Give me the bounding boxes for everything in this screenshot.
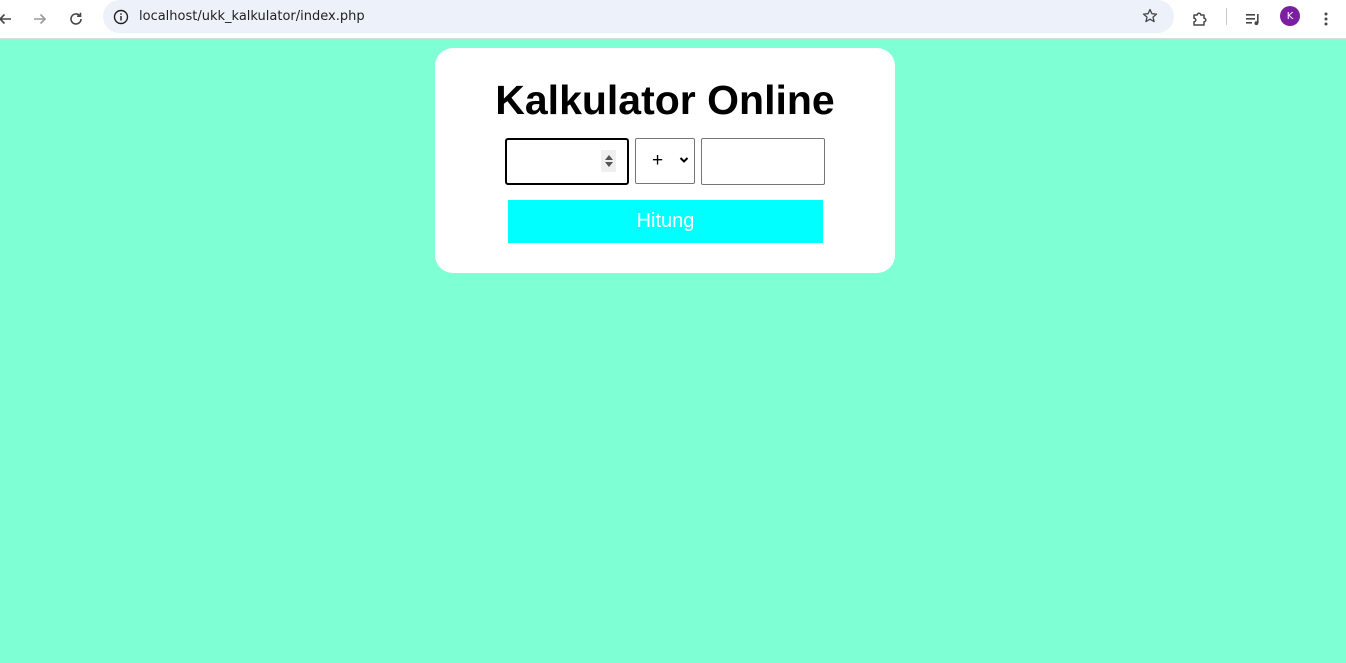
chevron-down-icon — [679, 157, 689, 163]
info-icon — [113, 9, 129, 24]
site-info-button[interactable] — [111, 7, 131, 27]
url-text[interactable]: localhost/ukk_kalkulator/index.php — [139, 9, 365, 24]
kebab-menu-icon — [1324, 12, 1328, 26]
star-icon — [1142, 8, 1158, 23]
toolbar-divider — [1226, 8, 1227, 25]
spin-up-icon[interactable] — [604, 155, 613, 160]
operator-select[interactable]: + — [635, 138, 695, 184]
profile-avatar[interactable]: K — [1280, 6, 1300, 26]
reload-icon — [70, 12, 82, 25]
operator-value: + — [652, 150, 664, 171]
back-button[interactable] — [0, 4, 20, 34]
page-title: Kalkulator Online — [495, 77, 835, 123]
address-bar[interactable]: localhost/ukk_kalkulator/index.php — [103, 0, 1174, 33]
reload-button[interactable] — [61, 4, 91, 34]
extensions-button[interactable] — [1185, 4, 1215, 34]
browser-menu-button[interactable] — [1311, 4, 1341, 34]
second-number-input[interactable] — [701, 138, 825, 185]
arrow-right-icon — [34, 13, 47, 25]
forward-button[interactable] — [25, 4, 55, 34]
puzzle-icon — [1193, 12, 1207, 26]
calculate-button[interactable]: Hitung — [508, 200, 823, 243]
arrow-left-icon — [0, 13, 11, 25]
browser-toolbar: localhost/ukk_kalkulator/index.php K — [0, 0, 1346, 39]
spin-down-icon[interactable] — [604, 162, 613, 167]
media-queue-icon — [1246, 14, 1259, 26]
number-spinner[interactable] — [601, 150, 616, 172]
bookmark-button[interactable] — [1140, 6, 1160, 26]
media-button[interactable] — [1238, 4, 1268, 34]
